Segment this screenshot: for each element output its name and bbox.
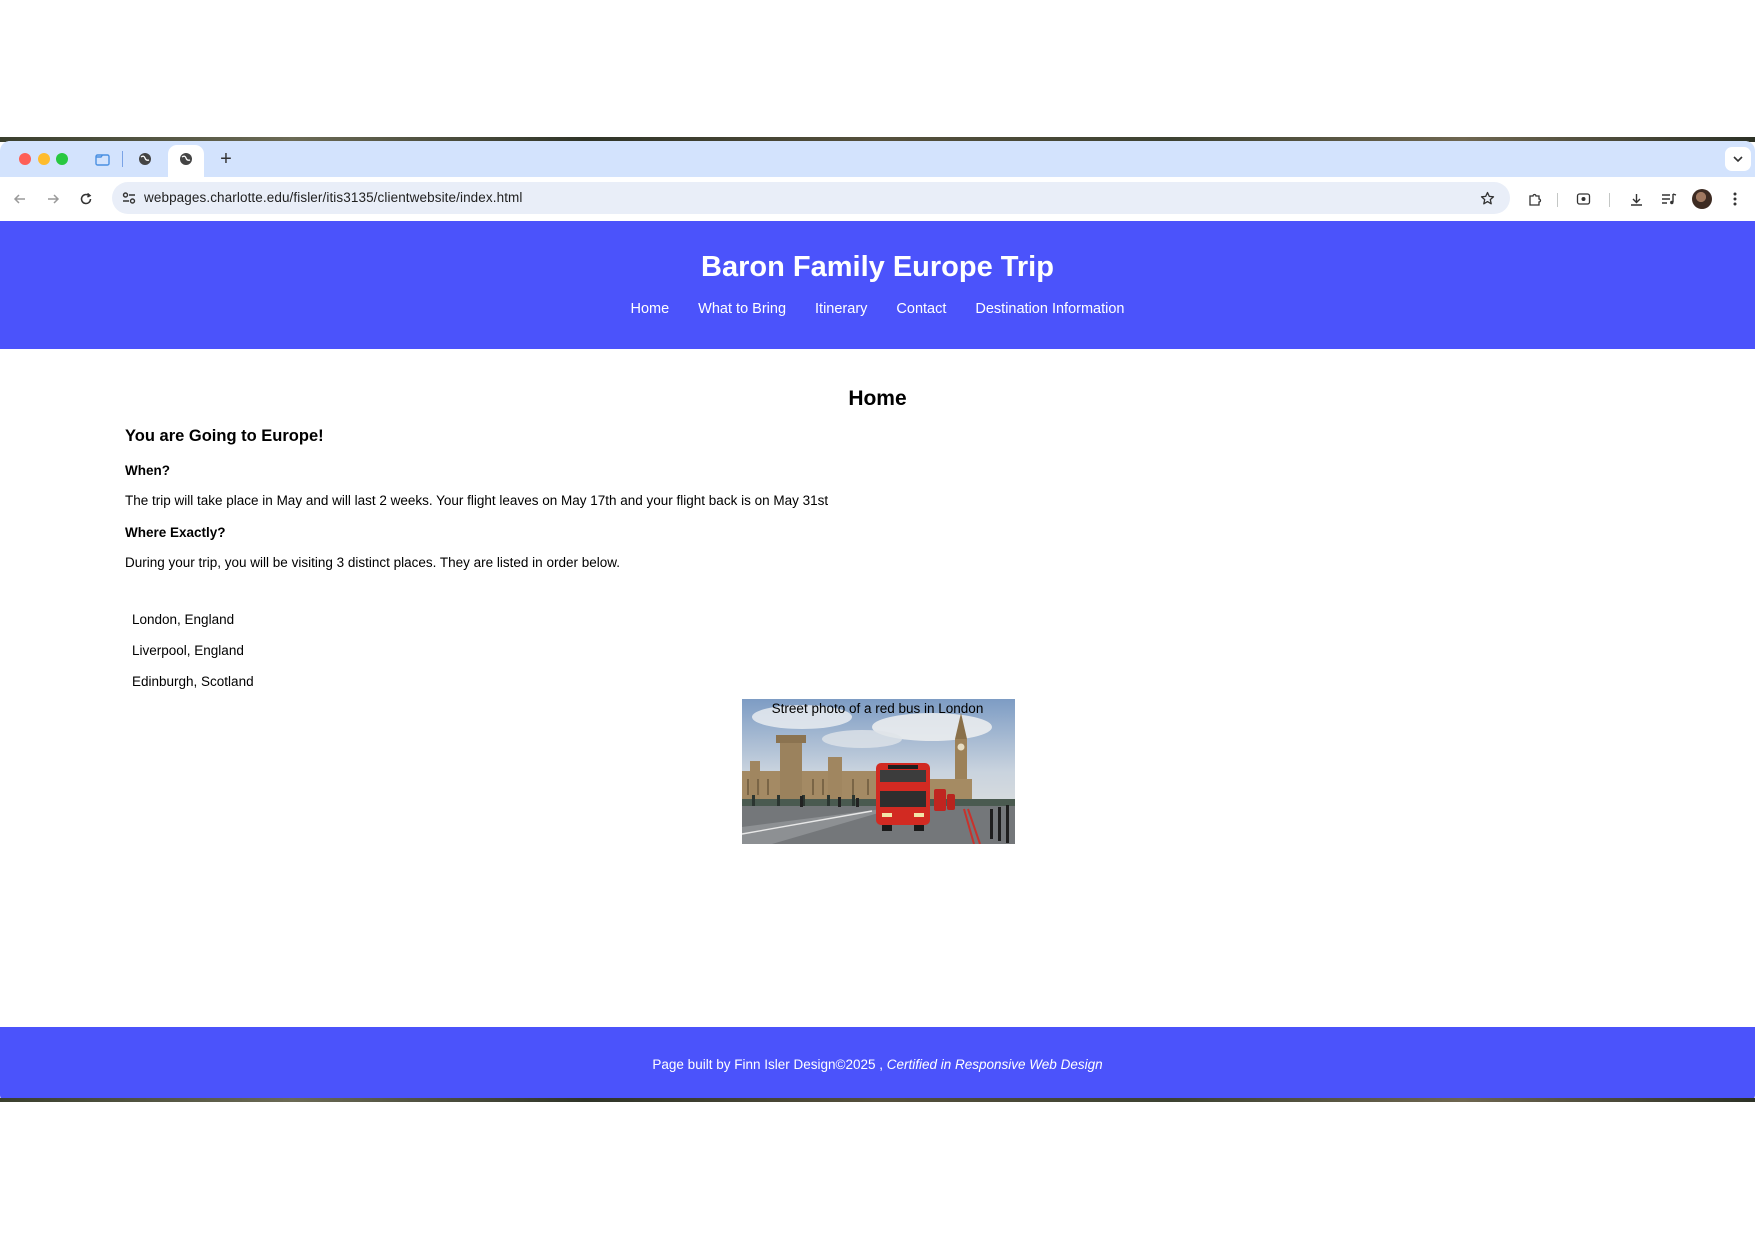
site-footer: Page built by Finn Isler Design©2025 , C… [0, 1027, 1755, 1101]
tab-search-button[interactable] [1725, 147, 1751, 171]
globe-icon[interactable] [136, 150, 154, 168]
arrow-right-icon [48, 194, 60, 204]
site-header: Baron Family Europe Trip Home What to Br… [0, 221, 1755, 349]
nav-link-what-to-bring[interactable]: What to Bring [698, 301, 786, 317]
close-window-button[interactable] [19, 153, 31, 165]
forward-button[interactable] [42, 188, 64, 210]
london-photo-figure [742, 699, 1015, 844]
nav-link-home[interactable]: Home [630, 301, 669, 317]
site-nav: Home What to Bring Itinerary Contact Des… [0, 301, 1755, 317]
site-info-icon[interactable] [118, 187, 140, 209]
arrow-left-icon [13, 194, 25, 204]
reload-button[interactable] [75, 188, 97, 210]
nav-link-destination-information[interactable]: Destination Information [975, 301, 1124, 317]
browser-window: + webpages.charlotte.edu/fisler/itis3135… [0, 141, 1755, 1101]
menu-kebab-icon[interactable] [1724, 188, 1746, 210]
bookmark-star-icon[interactable] [1476, 187, 1498, 209]
globe-icon [177, 150, 195, 168]
address-bar[interactable]: webpages.charlotte.edu/fisler/itis3135/c… [112, 182, 1510, 214]
list-item: London, England [132, 612, 235, 627]
folder-tab-icon[interactable] [93, 150, 111, 168]
minimize-window-button[interactable] [38, 153, 50, 165]
footer-certification: Certified in Responsive Web Design [886, 1057, 1103, 1072]
when-text: The trip will take place in May and will… [125, 493, 829, 508]
when-heading: When? [125, 463, 170, 478]
site-title: Baron Family Europe Trip [701, 251, 1054, 283]
footer-credit: Page built by Finn Isler Design©2025 , [652, 1057, 887, 1072]
toolbar-divider [1609, 193, 1610, 207]
web-page: Baron Family Europe Trip Home What to Br… [0, 221, 1755, 1101]
photo-caption: Street photo of a red bus in London [771, 701, 984, 716]
tab-strip: + [0, 141, 1755, 177]
list-item: Liverpool, England [132, 643, 244, 658]
profile-avatar[interactable] [1692, 189, 1712, 209]
back-button[interactable] [9, 188, 31, 210]
nav-link-contact[interactable]: Contact [896, 301, 946, 317]
where-text: During your trip, you will be visiting 3… [125, 555, 620, 570]
extensions-icon[interactable] [1524, 188, 1546, 210]
maximize-window-button[interactable] [56, 153, 68, 165]
tab-separator [122, 151, 123, 167]
london-bus-photo [742, 699, 1015, 844]
intro-heading: You are Going to Europe! [125, 427, 324, 445]
download-icon[interactable] [1625, 188, 1647, 210]
browser-toolbar: webpages.charlotte.edu/fisler/itis3135/c… [0, 177, 1755, 221]
toolbar-divider [1557, 193, 1558, 207]
chevron-down-icon [1733, 156, 1743, 163]
new-tab-button[interactable]: + [214, 147, 238, 171]
destination-list: London, England Liverpool, England Edinb… [132, 612, 254, 705]
page-heading: Home [848, 387, 907, 410]
where-heading: Where Exactly? [125, 525, 226, 540]
tab-active[interactable] [168, 145, 204, 177]
reload-icon [80, 192, 92, 205]
desktop-wallpaper-strip [0, 1098, 1755, 1102]
nav-link-itinerary[interactable]: Itinerary [815, 301, 867, 317]
screen-capture-icon[interactable] [1572, 188, 1594, 210]
footer-text: Page built by Finn Isler Design©2025 , C… [0, 1057, 1755, 1072]
media-controls-icon[interactable] [1658, 188, 1680, 210]
url-text[interactable]: webpages.charlotte.edu/fisler/itis3135/c… [144, 182, 523, 214]
